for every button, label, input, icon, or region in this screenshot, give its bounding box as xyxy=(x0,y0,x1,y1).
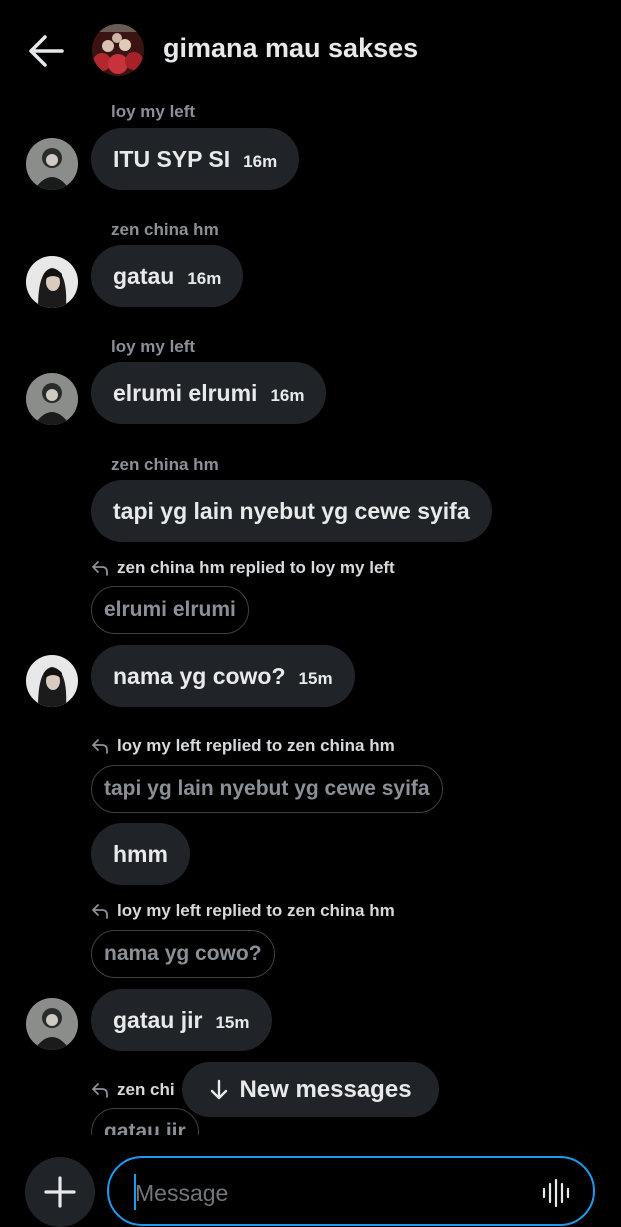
reply-label-text: zen chi xyxy=(117,1080,175,1099)
avatar[interactable] xyxy=(26,655,78,707)
avatar[interactable] xyxy=(26,998,78,1050)
arrow-down-icon xyxy=(211,1079,228,1099)
avatar[interactable] xyxy=(26,138,78,190)
reply-icon xyxy=(92,1083,108,1098)
message-composer[interactable] xyxy=(107,1156,595,1226)
reply-label-text: loy my left replied to zen china hm xyxy=(117,901,395,920)
reply-label: zen chi xyxy=(91,1080,175,1100)
message-text: hmm xyxy=(113,840,168,867)
back-button[interactable] xyxy=(28,34,64,68)
avatar[interactable] xyxy=(26,373,78,425)
voice-message-icon[interactable] xyxy=(541,1178,571,1208)
sender-name: zen china hm xyxy=(111,220,219,239)
arrow-left-icon xyxy=(29,35,64,67)
message-bubble[interactable]: gatau jir 15m xyxy=(91,989,272,1051)
message-text: ITU SYP SI xyxy=(113,145,231,172)
message-bubble[interactable]: elrumi elrumi 16m xyxy=(91,362,327,424)
plus-icon xyxy=(44,1176,76,1208)
message-time: 15m xyxy=(298,668,333,688)
sender-name: zen china hm xyxy=(111,455,219,474)
quoted-message[interactable]: nama yg cowo? xyxy=(91,930,275,978)
reply-label-text: zen china hm replied to loy my left xyxy=(117,558,395,577)
message-time: 15m xyxy=(215,1012,250,1032)
reply-label: zen china hm replied to loy my left xyxy=(91,558,395,578)
message-input[interactable] xyxy=(135,1180,515,1207)
message-time: 16m xyxy=(270,385,305,405)
message-text: gatau xyxy=(113,262,175,289)
message-bubble[interactable]: ITU SYP SI 16m xyxy=(91,128,300,190)
avatar[interactable] xyxy=(26,256,78,308)
new-messages-button[interactable]: New messages xyxy=(182,1062,439,1117)
reply-label: loy my left replied to zen china hm xyxy=(91,736,395,756)
message-text: elrumi elrumi xyxy=(113,379,258,406)
quoted-message[interactable]: elrumi elrumi xyxy=(91,586,249,634)
reply-label: loy my left replied to zen china hm xyxy=(91,901,395,921)
message-text: gatau jir xyxy=(113,1006,203,1033)
conversation-title[interactable]: gimana mau sakses xyxy=(163,33,418,64)
message-time: 16m xyxy=(187,268,222,288)
group-avatar[interactable] xyxy=(92,24,144,76)
message-time: 16m xyxy=(243,151,278,171)
sender-name: loy my left xyxy=(111,337,196,356)
reply-icon xyxy=(92,739,108,754)
new-messages-label: New messages xyxy=(239,1075,412,1103)
reply-label-text: loy my left replied to zen china hm xyxy=(117,736,395,755)
message-bubble[interactable]: gatau 16m xyxy=(91,245,244,307)
sender-name: loy my left xyxy=(111,102,196,121)
message-text: tapi yg lain nyebut yg cewe syifa xyxy=(113,497,470,524)
reply-icon xyxy=(92,904,108,919)
message-bubble[interactable]: hmm xyxy=(91,823,190,885)
message-bubble[interactable]: nama yg cowo? 15m xyxy=(91,645,355,707)
message-bubble[interactable]: tapi yg lain nyebut yg cewe syifa xyxy=(91,480,492,542)
reply-icon xyxy=(92,561,108,576)
quoted-message[interactable]: tapi yg lain nyebut yg cewe syifa xyxy=(91,765,443,813)
message-text: nama yg cowo? xyxy=(113,662,286,689)
add-media-button[interactable] xyxy=(25,1157,95,1227)
